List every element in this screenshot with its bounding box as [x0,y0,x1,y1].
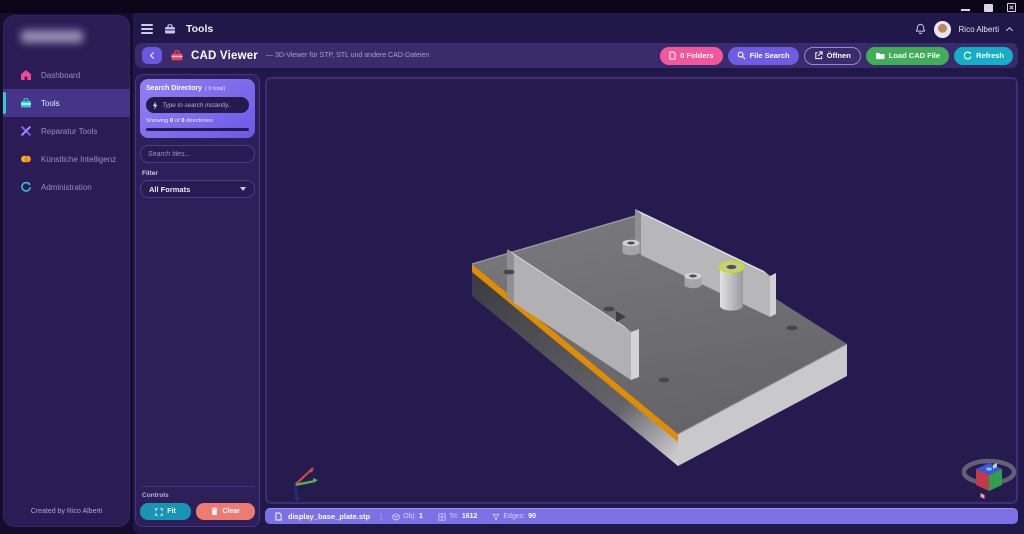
folders-count-button[interactable]: 0 Folders [660,46,723,65]
file-search-button[interactable]: File Search [727,46,799,65]
chevron-left-icon [149,51,157,60]
menu-toggle-icon[interactable] [141,24,153,34]
sidebar-item-reparatur-tools[interactable]: Reparatur Tools [3,117,130,145]
fit-brackets-icon [155,507,163,516]
viewport-canvas[interactable] [267,79,1018,504]
controls-section: Controls Fit Clear [140,486,255,522]
refresh-icon [963,51,972,60]
app-logo [3,15,130,57]
cad-model-boss-pin[interactable] [622,239,640,256]
sidebar-item-administration[interactable]: Administration [3,173,130,201]
topbar: Tools Rico Alberti [135,17,1018,41]
page-title: Tools [186,23,214,35]
user-avatar[interactable] [933,20,951,38]
chevron-down-icon [240,187,246,191]
format-filter-value: All Formats [149,184,191,194]
sidebar: Dashboard Tools Reparatur Tools Künstlic… [3,15,130,527]
axis-triad-gizmo [293,467,318,502]
back-button[interactable] [142,47,162,64]
chevron-up-icon[interactable] [1005,26,1014,34]
format-filter-select[interactable]: All Formats [140,180,255,198]
loaded-filename: display_base_plate.stp [288,512,371,521]
sidebar-nav: Dashboard Tools Reparatur Tools Künstlic… [3,61,130,201]
viewer-statusbar: display_base_plate.stp | Obj: 1 Tri: 161… [265,508,1018,524]
sidebar-item-dashboard[interactable]: Dashboard [3,61,130,89]
sidebar-item-label: Reparatur Tools [41,126,98,136]
search-icon [737,51,746,60]
trash-icon [211,507,218,515]
search-directory-title: Search Directory [146,85,203,92]
cad-viewer-title: CAD Viewer [191,49,258,62]
clear-button[interactable]: Clear [196,503,255,520]
refresh-button[interactable]: Refresh [954,46,1013,65]
controls-label: Controls [142,492,169,499]
instant-search-field[interactable] [146,97,249,113]
file-icon [275,512,282,521]
load-cad-file-button[interactable]: Load CAD File [865,46,950,65]
sidebar-footer-credit: Created by Rico Alberti [30,508,103,515]
filter-label: Filter [142,170,158,177]
edges-stat: Edges: 90 [492,513,536,521]
grid-icon [438,512,446,521]
home-icon [21,70,31,80]
sync-icon [21,181,31,192]
external-link-icon [814,51,823,60]
instant-search-input[interactable] [162,101,243,109]
window-minimize-button[interactable] [961,8,970,11]
sidebar-item-kuenstliche-intelligenz[interactable]: Künstliche Intelligenz [3,145,130,173]
triangles-stat: Tri: 1612 [438,512,477,521]
app-logo-blurred [21,29,83,43]
toolbox-icon [165,24,175,34]
sidebar-item-label: Dashboard [41,70,81,80]
search-directory-count: ( 0 total) [205,86,226,92]
cad-viewport[interactable] [265,77,1018,504]
directory-progress-bar [146,128,249,131]
open-button[interactable]: Öffnen [803,46,861,65]
user-name: Rico Alberti [958,24,999,34]
notification-bell-icon[interactable] [915,23,926,35]
window-close-button[interactable] [1007,3,1016,12]
sidebar-item-label: Tools [41,98,60,108]
cad-toolbox-icon [171,50,183,61]
lightning-icon [152,101,158,109]
brain-icon [21,155,31,163]
orbit-cube-gizmo[interactable] [961,458,1016,499]
sidebar-item-label: Administration [41,182,92,192]
cad-viewer-subtitle: — 3D-Viewer für STP, STL und andere CAD-… [265,52,430,59]
search-files-field[interactable] [140,145,255,163]
cube-icon [392,512,400,521]
fit-view-button[interactable]: Fit [140,503,192,520]
statusbar-divider: | [380,512,383,521]
objects-stat: Obj: 1 [392,512,423,521]
cad-model-boss-pin[interactable] [684,272,702,289]
sidebar-item-tools[interactable]: Tools [3,89,130,117]
search-directory-card: Search Directory ( 0 total) Showing 0 of… [140,79,255,138]
showing-directories-text: Showing 0 of 0 directories [146,118,213,124]
cad-model-highlighted-cylinder[interactable] [718,260,745,311]
toolbox-icon [21,98,31,108]
sidebar-item-label: Künstliche Intelligenz [41,154,117,164]
window-maximize-button[interactable] [984,3,993,12]
search-files-input[interactable] [148,150,247,158]
folder-icon [875,52,885,59]
vector-edges-icon [493,513,500,520]
cad-viewer-header: CAD Viewer — 3D-Viewer für STP, STL und … [135,43,1018,68]
repair-tools-icon [21,126,31,136]
file-browser-panel: Search Directory ( 0 total) Showing 0 of… [135,74,260,527]
window-titlebar [0,0,1024,13]
file-icon [669,51,676,60]
